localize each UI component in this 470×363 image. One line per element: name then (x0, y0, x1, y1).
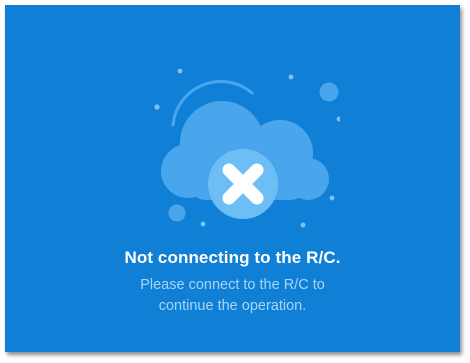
rc-disconnected-dialog: Not connecting to the R/C. Please connec… (5, 5, 460, 352)
dialog-message: Please connect to the R/C to continue th… (5, 275, 460, 317)
decor-dot (200, 221, 206, 227)
decor-bubble (319, 82, 339, 102)
decor-bubble (168, 204, 186, 222)
decor-dot (154, 104, 160, 110)
decor-dot (177, 68, 183, 74)
decor-dot (336, 116, 340, 122)
decor-dot (300, 222, 306, 228)
cloud-disconnected-icon (154, 68, 340, 228)
dialog-message-line: continue the operation. (158, 298, 307, 314)
dialog-message-line: Please connect to the R/C to (140, 277, 325, 293)
decor-dot (288, 74, 294, 80)
dialog-title: Not connecting to the R/C. (124, 248, 341, 267)
decor-dot (329, 195, 335, 201)
